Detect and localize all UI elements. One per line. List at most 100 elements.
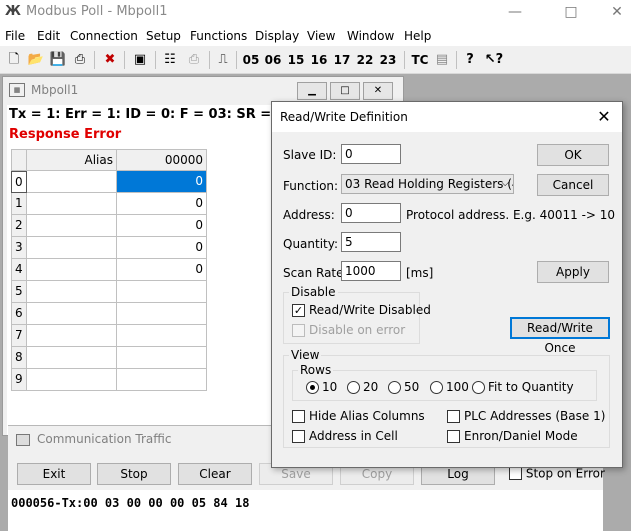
menu-file[interactable]: File (5, 29, 25, 43)
alias-cell[interactable] (27, 193, 117, 215)
disconnect-icon[interactable]: ✖ (101, 50, 119, 70)
value-cell[interactable]: 0 (117, 193, 207, 215)
row-index: 7 (11, 325, 27, 347)
alias-cell[interactable] (27, 281, 117, 303)
value-cell[interactable] (117, 303, 207, 325)
help-icon[interactable]: ? (461, 50, 479, 70)
exit-button[interactable]: Exit (17, 463, 91, 485)
value-cell[interactable] (117, 325, 207, 347)
response-error: Response Error (9, 127, 122, 142)
menu-connection[interactable]: Connection (70, 29, 138, 43)
chevron-down-icon: ⌵ (501, 178, 509, 189)
plc-addresses-checkbox[interactable] (447, 410, 460, 423)
monitor-icon[interactable]: ▤ (433, 50, 451, 70)
menu-window[interactable]: Window (347, 29, 394, 43)
scan-rate-input[interactable]: 1000 (341, 261, 401, 281)
close-icon[interactable]: ✕ (594, 0, 631, 26)
stop-on-error-option[interactable]: Stop on Error (509, 466, 605, 481)
menu-display[interactable]: Display (255, 29, 299, 43)
dialog-title-bar: Read/Write Definition ✕ (272, 102, 622, 132)
alias-cell[interactable] (27, 237, 117, 259)
minimize-icon[interactable]: — (492, 0, 538, 26)
new-file-icon[interactable]: 🗋 (5, 50, 23, 70)
alias-cell[interactable] (27, 347, 117, 369)
rows-20-radio[interactable] (347, 381, 360, 394)
value-cell[interactable]: 0 (117, 171, 207, 193)
view-legend: View (289, 348, 322, 362)
save-icon[interactable]: 💾 (49, 50, 67, 70)
toolbar-separator (236, 51, 237, 69)
function-label: Function: (283, 179, 339, 193)
tc-button[interactable]: TC (409, 50, 431, 70)
read-write-once-button[interactable]: Read/Write Once (510, 317, 610, 355)
slave-id-input[interactable]: 0 (341, 144, 401, 164)
print-icon[interactable]: ⎙ (71, 50, 89, 70)
maximize-icon[interactable]: □ (548, 0, 594, 26)
rows-10-radio[interactable] (306, 381, 319, 394)
address-in-cell-checkbox[interactable] (292, 430, 305, 443)
value-cell[interactable]: 0 (117, 215, 207, 237)
menu-view[interactable]: View (307, 29, 335, 43)
value-column-header[interactable]: 00000 (117, 149, 207, 171)
alias-cell[interactable] (27, 215, 117, 237)
rows-100-radio[interactable] (430, 381, 443, 394)
stop-button[interactable]: Stop (97, 463, 171, 485)
grid-corner (11, 149, 27, 171)
stop-on-error-checkbox[interactable] (509, 467, 522, 480)
disable-on-error-checkbox[interactable] (292, 324, 305, 337)
alias-cell[interactable] (27, 259, 117, 281)
alias-cell[interactable] (27, 303, 117, 325)
menu-bar: File Edit Connection Setup Functions Dis… (0, 26, 631, 46)
rows-fit-to-quantity-radio[interactable] (472, 381, 485, 394)
clear-button[interactable]: Clear (178, 463, 252, 485)
function-05-button[interactable]: 05 (241, 50, 261, 70)
toolbar-separator (155, 51, 156, 69)
alias-cell[interactable] (27, 369, 117, 391)
cancel-button[interactable]: Cancel (537, 174, 609, 196)
value-cell[interactable] (117, 347, 207, 369)
open-folder-icon[interactable]: 📂 (27, 50, 45, 70)
context-help-icon[interactable]: ↖? (484, 50, 504, 70)
menu-help[interactable]: Help (404, 29, 431, 43)
function-15-button[interactable]: 15 (286, 50, 306, 70)
dialog-close-icon[interactable]: ✕ (594, 107, 614, 127)
function-16-button[interactable]: 16 (309, 50, 329, 70)
rows-50-radio[interactable] (388, 381, 401, 394)
mbpoll-title-bar: ▦ Mbpoll1 ▁ □ ✕ (3, 77, 403, 104)
mdi-maximize-icon[interactable]: □ (330, 82, 360, 100)
alias-column-header[interactable]: Alias (27, 149, 117, 171)
ok-button[interactable]: OK (537, 144, 609, 166)
mbpoll-title: Mbpoll1 (31, 83, 79, 97)
hide-alias-columns-label: Hide Alias Columns (309, 409, 425, 423)
menu-edit[interactable]: Edit (37, 29, 60, 43)
pulse-icon[interactable]: ⎍ (214, 50, 232, 70)
read-write-disabled-checkbox[interactable]: ✓ (292, 304, 305, 317)
alias-cell[interactable] (27, 325, 117, 347)
alias-cell[interactable] (27, 171, 117, 193)
function-06-button[interactable]: 06 (263, 50, 283, 70)
function-select-value: 03 Read Holding Registers (4x) (345, 177, 514, 191)
disable-legend: Disable (289, 285, 338, 299)
function-23-button[interactable]: 23 (378, 50, 398, 70)
apply-button[interactable]: Apply (537, 261, 609, 283)
new-window-icon[interactable]: ▣ (131, 50, 149, 70)
connection-icon[interactable]: ☷ (161, 50, 179, 70)
quantity-input[interactable]: 5 (341, 232, 401, 252)
mdi-minimize-icon[interactable]: ▁ (297, 82, 327, 100)
value-cell[interactable]: 0 (117, 237, 207, 259)
address-label: Address: (283, 208, 335, 222)
rows-legend: Rows (298, 363, 334, 377)
row-index: 9 (11, 369, 27, 391)
mdi-close-icon[interactable]: ✕ (363, 82, 393, 100)
hide-alias-columns-checkbox[interactable] (292, 410, 305, 423)
function-select[interactable]: 03 Read Holding Registers (4x) ⌵ (341, 174, 514, 194)
function-22-button[interactable]: 22 (355, 50, 375, 70)
value-cell[interactable]: 0 (117, 259, 207, 281)
value-cell[interactable] (117, 369, 207, 391)
menu-functions[interactable]: Functions (190, 29, 247, 43)
function-17-button[interactable]: 17 (332, 50, 352, 70)
enron-daniel-mode-checkbox[interactable] (447, 430, 460, 443)
menu-setup[interactable]: Setup (146, 29, 181, 43)
value-cell[interactable] (117, 281, 207, 303)
address-input[interactable]: 0 (341, 203, 401, 223)
